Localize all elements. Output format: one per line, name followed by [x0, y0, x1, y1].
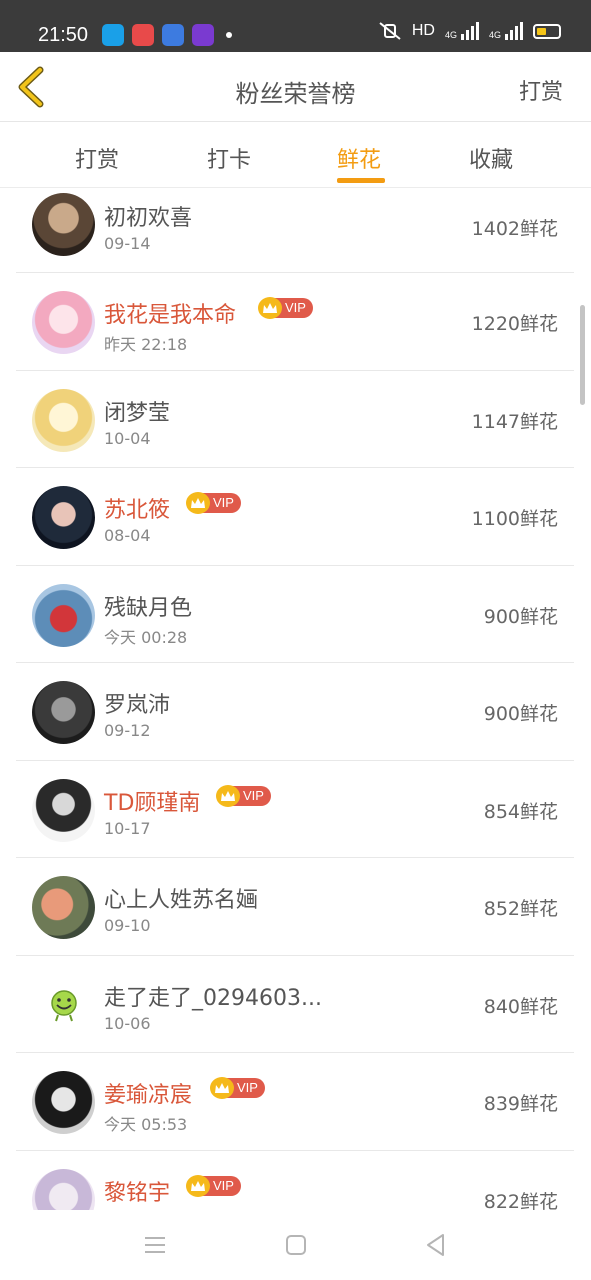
list-item[interactable]: 初初欢喜 09-14 1402鲜花: [16, 188, 574, 273]
crown-icon: [186, 492, 210, 514]
list-item[interactable]: 残缺月色 今天 00:28 900鲜花: [16, 566, 574, 663]
flower-count: 1220鲜花: [471, 313, 558, 335]
fan-name: 残缺月色: [104, 595, 193, 621]
hd-label: HD: [411, 22, 435, 39]
fan-name: 我花是我本命: [104, 303, 237, 328]
back-triangle-icon[interactable]: [423, 1232, 449, 1258]
active-tab-indicator: [337, 178, 385, 183]
fan-date: 10-17: [104, 818, 151, 838]
tab-checkin[interactable]: 打卡: [207, 142, 251, 174]
video-app-icon: [162, 24, 184, 46]
avatar[interactable]: [32, 973, 95, 1037]
qq-icon: [102, 24, 124, 46]
crown-icon: [210, 1077, 234, 1099]
fan-name: 闭梦莹: [104, 400, 171, 426]
list-item[interactable]: 走了走了_0294603... 10-06 840鲜花: [16, 956, 574, 1053]
flower-count: 1100鲜花: [471, 508, 558, 530]
crown-icon: [258, 297, 282, 319]
fan-date: 09-14: [104, 234, 151, 253]
scrollbar[interactable]: [580, 305, 585, 405]
battery-icon: [533, 23, 561, 39]
avatar[interactable]: [32, 1071, 95, 1134]
flower-count: 839鲜花: [483, 1093, 558, 1115]
avatar[interactable]: [32, 583, 95, 647]
smiley-icon: [50, 990, 77, 1022]
flower-count: 852鲜花: [483, 898, 558, 920]
list-item[interactable]: 心上人姓苏名婳 09-10 852鲜花: [16, 858, 574, 956]
vip-badge: VIP: [258, 297, 313, 319]
avatar[interactable]: [32, 778, 95, 842]
avatar[interactable]: [32, 291, 95, 354]
fan-name: 走了走了_0294603...: [104, 985, 322, 1011]
fan-name: 心上人姓苏名婳: [104, 888, 259, 913]
home-icon[interactable]: [283, 1232, 309, 1258]
list-item[interactable]: 黎铭宇 VIP 822鲜花: [16, 1151, 574, 1211]
fan-ranking-list: 初初欢喜 09-14 1402鲜花 我花是我本命 VIP 昨天 22:18 12…: [16, 188, 574, 1210]
list-item[interactable]: TD顾瑾南 VIP 10-17 854鲜花: [16, 761, 574, 858]
avatar[interactable]: [32, 388, 95, 452]
status-bar: 21:50 HD 4G 4G: [0, 0, 591, 52]
list-item[interactable]: 苏北筱 VIP 08-04 1100鲜花: [16, 468, 574, 566]
more-notifications-dot: [226, 32, 232, 38]
signal-icon-1: 4G: [445, 22, 479, 40]
avatar[interactable]: [32, 876, 95, 939]
fan-date: 10-06: [104, 1013, 151, 1033]
fan-date: 09-12: [104, 721, 151, 740]
music-icon: [132, 24, 154, 46]
tab-bar: 打赏 打卡 鲜花 收藏: [0, 122, 591, 188]
list-item[interactable]: 闭梦莹 10-04 1147鲜花: [16, 371, 574, 468]
reward-button[interactable]: 打赏: [519, 74, 563, 106]
notification-icons: [102, 24, 232, 46]
signal-icon-2: 4G: [489, 22, 523, 40]
crown-icon: [216, 784, 240, 807]
avatar[interactable]: [32, 193, 95, 256]
fan-date: 今天 00:28: [104, 627, 188, 647]
list-item[interactable]: 我花是我本命 VIP 昨天 22:18 1220鲜花: [16, 273, 574, 371]
system-nav-bar: [0, 1210, 591, 1280]
tab-favorites[interactable]: 收藏: [469, 142, 513, 174]
flower-count: 854鲜花: [483, 800, 558, 823]
fan-date: 09-10: [104, 916, 151, 935]
fan-name: 黎铭宇: [104, 1180, 171, 1206]
flower-count: 1147鲜花: [471, 410, 558, 433]
flower-count: 822鲜花: [483, 1190, 558, 1211]
top-app-bar: 粉丝荣誉榜 打赏: [0, 52, 591, 122]
fan-date: 今天 05:53: [104, 1115, 188, 1134]
fan-date: 昨天 22:18: [104, 335, 188, 354]
fan-date: 08-04: [104, 526, 151, 545]
flower-count: 900鲜花: [483, 605, 558, 628]
list-item[interactable]: 罗岚沛 09-12 900鲜花: [16, 663, 574, 761]
status-right: HD 4G 4G: [378, 22, 561, 40]
fan-name: 苏北筱: [104, 498, 171, 523]
avatar[interactable]: [32, 486, 95, 549]
status-time: 21:50: [38, 24, 89, 46]
list-item[interactable]: 姜瑜凉宸 VIP 今天 05:53 839鲜花: [16, 1053, 574, 1151]
vip-badge: VIP: [186, 1174, 241, 1197]
tab-flowers[interactable]: 鲜花: [337, 142, 381, 174]
flower-count: 900鲜花: [483, 703, 558, 725]
fan-date: 10-04: [104, 428, 151, 448]
vip-badge: VIP: [216, 784, 271, 807]
fan-name: TD顾瑾南: [104, 790, 201, 816]
flower-count: 1402鲜花: [471, 218, 558, 240]
fan-name: 初初欢喜: [104, 206, 193, 231]
flower-count: 840鲜花: [483, 995, 558, 1018]
vip-badge: VIP: [210, 1077, 265, 1099]
vip-badge: VIP: [186, 492, 241, 514]
player-icon: [192, 24, 214, 46]
menu-icon[interactable]: [142, 1232, 168, 1258]
avatar[interactable]: [32, 1168, 95, 1210]
fan-name: 罗岚沛: [104, 693, 171, 718]
avatar[interactable]: [32, 681, 95, 744]
fan-name: 姜瑜凉宸: [104, 1083, 193, 1108]
mute-vibrate-icon: [379, 22, 401, 40]
crown-icon: [186, 1174, 210, 1197]
tab-reward[interactable]: 打赏: [75, 142, 119, 174]
page-title: 粉丝荣誉榜: [235, 80, 356, 108]
